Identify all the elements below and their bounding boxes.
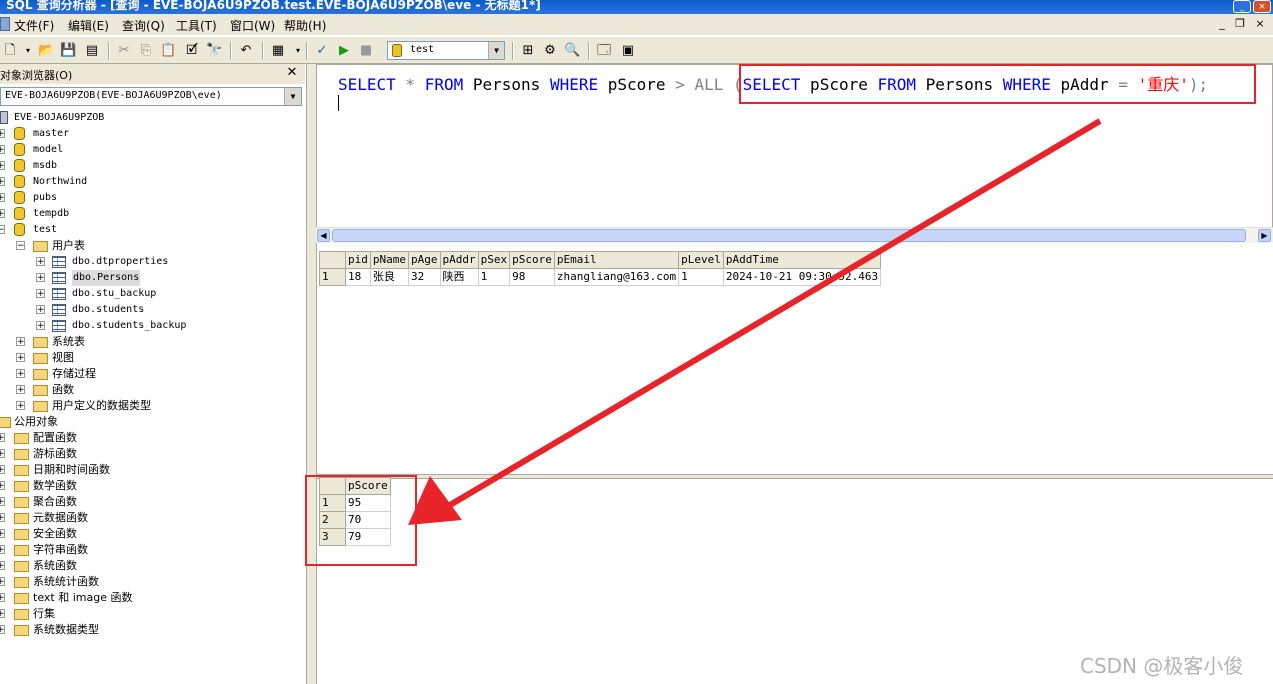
watermark: CSDN @极客小俊 (1080, 654, 1244, 678)
annotation-arrow (408, 118, 1102, 525)
arrow-shaft (448, 118, 1102, 508)
